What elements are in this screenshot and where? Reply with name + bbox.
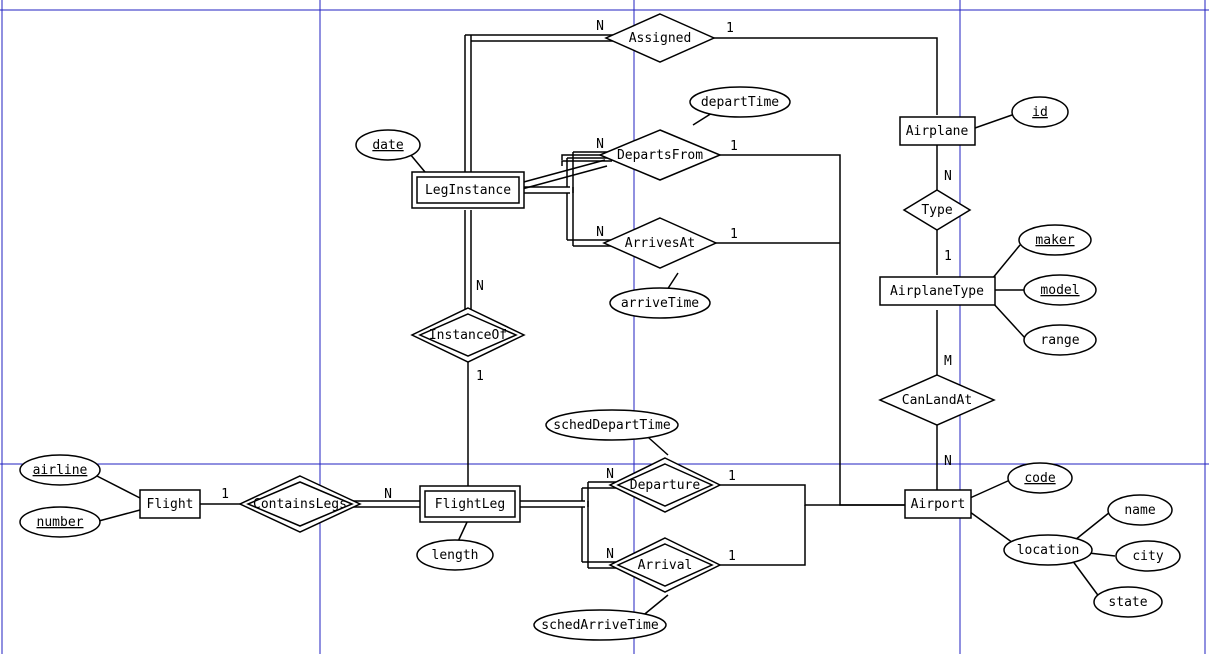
svg-text:Airplane: Airplane xyxy=(906,124,969,139)
entity-flightleg: FlightLeg xyxy=(420,486,520,522)
svg-text:name: name xyxy=(1124,503,1155,518)
attr-scheddeparttime: schedDepartTime xyxy=(546,410,678,440)
card-N: N xyxy=(384,487,392,502)
svg-text:AirplaneType: AirplaneType xyxy=(890,284,984,299)
attr-range: range xyxy=(1024,325,1096,355)
svg-text:Assigned: Assigned xyxy=(629,31,692,46)
svg-text:FlightLeg: FlightLeg xyxy=(435,497,505,512)
card-N: N xyxy=(606,467,614,482)
rel-assigned: Assigned xyxy=(606,14,714,62)
card-N: N xyxy=(944,454,952,469)
svg-text:Airport: Airport xyxy=(911,497,966,512)
card-1: 1 xyxy=(730,227,738,242)
rel-arrivesat: ArrivesAt xyxy=(604,218,716,268)
rel-departsfrom: DepartsFrom xyxy=(600,130,720,180)
svg-text:state: state xyxy=(1108,595,1147,610)
svg-text:code: code xyxy=(1024,471,1055,486)
attr-schedarrivetime: schedArriveTime xyxy=(534,610,666,640)
svg-text:departTime: departTime xyxy=(701,95,779,110)
card-1: 1 xyxy=(221,487,229,502)
attr-code: code xyxy=(1008,463,1072,493)
svg-text:Flight: Flight xyxy=(147,497,194,512)
card-1: 1 xyxy=(728,469,736,484)
attr-length: length xyxy=(417,540,493,570)
svg-text:DepartsFrom: DepartsFrom xyxy=(617,148,703,163)
attr-id: id xyxy=(1012,97,1068,127)
svg-text:ContainsLegs: ContainsLegs xyxy=(253,497,347,512)
card-1: 1 xyxy=(730,139,738,154)
svg-text:Departure: Departure xyxy=(630,478,701,493)
attr-name: name xyxy=(1108,495,1172,525)
svg-text:range: range xyxy=(1040,333,1079,348)
rel-containslegs: ContainsLegs xyxy=(240,476,360,532)
card-M: M xyxy=(944,354,952,369)
attr-city: city xyxy=(1116,541,1180,571)
svg-text:number: number xyxy=(37,515,84,530)
entity-airplanetype: AirplaneType xyxy=(880,277,995,305)
svg-text:arriveTime: arriveTime xyxy=(621,296,699,311)
svg-text:CanLandAt: CanLandAt xyxy=(902,393,972,408)
entity-airplane: Airplane xyxy=(900,117,975,145)
attr-model: model xyxy=(1024,275,1096,305)
svg-text:date: date xyxy=(372,138,403,153)
svg-text:Type: Type xyxy=(921,203,952,218)
svg-text:city: city xyxy=(1132,549,1163,564)
svg-text:model: model xyxy=(1040,283,1079,298)
rel-arrival: Arrival xyxy=(610,538,720,592)
rel-canlandat: CanLandAt xyxy=(880,375,994,425)
rel-instanceof: InstanceOf xyxy=(412,308,524,362)
card-N: N xyxy=(596,19,604,34)
card-1: 1 xyxy=(944,249,952,264)
attr-date: date xyxy=(356,130,420,160)
attr-arrivetime: arriveTime xyxy=(610,288,710,318)
svg-text:length: length xyxy=(432,548,479,563)
svg-text:LegInstance: LegInstance xyxy=(425,183,511,198)
entity-leginstance: LegInstance xyxy=(412,172,524,208)
svg-text:ArrivesAt: ArrivesAt xyxy=(625,236,695,251)
card-1: 1 xyxy=(476,369,484,384)
card-N: N xyxy=(944,169,952,184)
svg-text:id: id xyxy=(1032,105,1048,120)
card-N: N xyxy=(596,137,604,152)
svg-text:airline: airline xyxy=(33,463,88,478)
svg-text:schedArriveTime: schedArriveTime xyxy=(541,618,659,633)
card-1: 1 xyxy=(728,549,736,564)
attr-airline: airline xyxy=(20,455,100,485)
card-N: N xyxy=(596,225,604,240)
svg-text:maker: maker xyxy=(1035,233,1074,248)
attr-state: state xyxy=(1094,587,1162,617)
svg-text:Arrival: Arrival xyxy=(638,558,693,573)
card-1: 1 xyxy=(726,21,734,36)
attr-location: location xyxy=(1004,535,1092,565)
attr-number: number xyxy=(20,507,100,537)
entity-airport: Airport xyxy=(905,490,971,518)
svg-text:schedDepartTime: schedDepartTime xyxy=(553,418,671,433)
svg-text:location: location xyxy=(1017,543,1080,558)
entity-flight: Flight xyxy=(140,490,200,518)
svg-text:InstanceOf: InstanceOf xyxy=(429,328,507,343)
rel-departure: Departure xyxy=(610,458,720,512)
edges: 1 N 1 N N N xyxy=(95,19,1115,622)
card-N: N xyxy=(606,547,614,562)
attr-maker: maker xyxy=(1019,225,1091,255)
card-N: N xyxy=(476,279,484,294)
attr-departtime: departTime xyxy=(690,87,790,117)
er-diagram: 1 N 1 N N N xyxy=(0,0,1209,654)
